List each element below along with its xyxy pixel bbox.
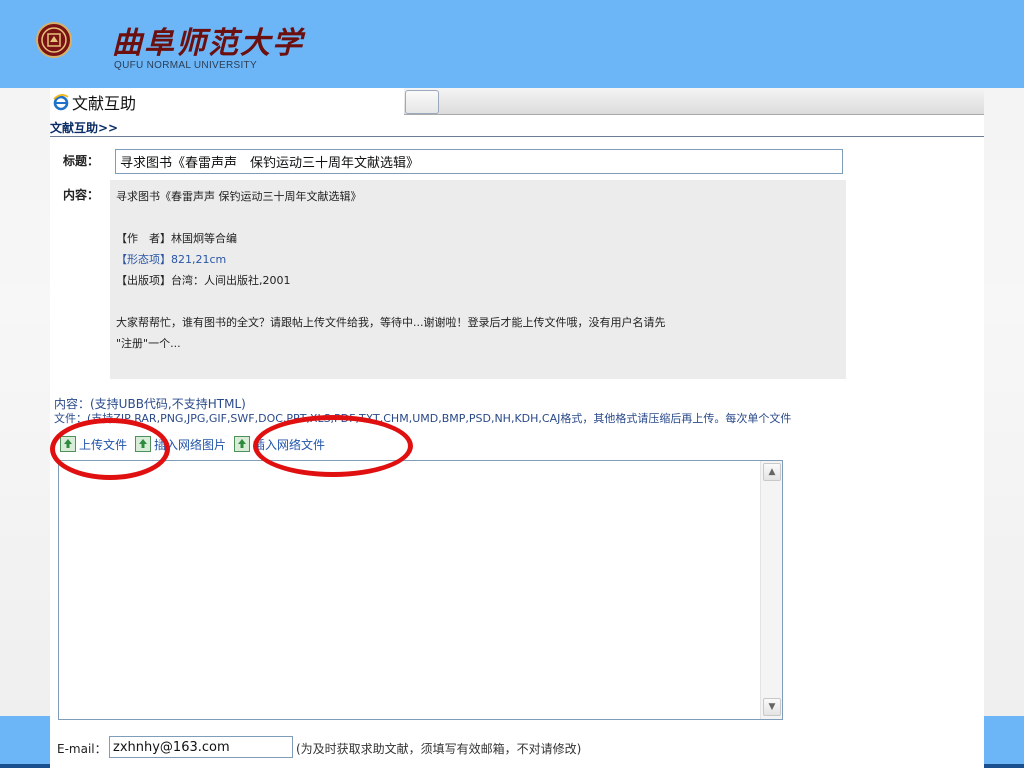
breadcrumb[interactable]: 文献互助>> [50, 119, 118, 136]
email-field[interactable] [109, 736, 293, 758]
university-seal-icon [36, 22, 72, 58]
title-input[interactable] [115, 149, 843, 174]
content-line: 大家帮帮忙，谁有图书的全文？请跟帖上传文件给我，等待中...谢谢啦！登录后才能上… [116, 316, 666, 329]
content-line [116, 291, 840, 312]
content-line: 寻求图书《春雷声声 保钓运动三十周年文献选辑》 [116, 190, 362, 203]
divider [50, 136, 984, 137]
content-line [116, 207, 840, 228]
editor-scrollbar[interactable]: ▲ ▼ [760, 461, 782, 719]
content-line: "注册"一个... [116, 337, 181, 350]
email-label: E-mail： [57, 742, 107, 756]
file-hint: 文件：(支持ZIP,RAR,PNG,JPG,GIF,SWF,DOC,PPT,XL… [54, 412, 792, 425]
content-display: 寻求图书《春雷声声 保钓运动三十周年文献选辑》 【作 者】林国炯等合编 【形态项… [110, 180, 846, 379]
tab-wenxian[interactable]: 文献互助 [50, 88, 404, 115]
footer-band-left [0, 716, 50, 768]
content-line: 【出版项】台湾：人间出版社,2001 [116, 274, 291, 287]
scroll-up-icon[interactable]: ▲ [763, 463, 781, 481]
annotation-circle-insert-file [253, 415, 413, 477]
scroll-down-icon[interactable]: ▼ [763, 698, 781, 716]
email-hint: (为及时获取求助文献，须填写有效邮箱，不对请修改) [296, 742, 582, 756]
annotation-circle-upload [50, 418, 170, 480]
university-name-en: QUFU NORMAL UNIVERSITY [114, 60, 257, 71]
upload-icon [234, 436, 251, 452]
university-name-cn: 曲阜师范大学 [112, 26, 304, 61]
tab-title: 文献互助 [72, 93, 137, 113]
footer-band-right [984, 716, 1024, 768]
content-label: 内容： [63, 188, 100, 202]
content-editor[interactable]: ▲ ▼ [58, 460, 783, 720]
content-line: 【形态项】821,21cm [116, 253, 227, 266]
new-tab-button[interactable] [405, 90, 439, 114]
browser-panel: 文献互助 文献互助>> 标题： 内容： 寻求图书《春雷声声 保钓运动三十周年文献… [50, 88, 984, 768]
tab-bar: 文献互助 [50, 88, 984, 115]
content-line: 【作 者】林国炯等合编 [116, 232, 237, 245]
title-label: 标题： [63, 154, 100, 168]
ie-icon [53, 93, 69, 110]
